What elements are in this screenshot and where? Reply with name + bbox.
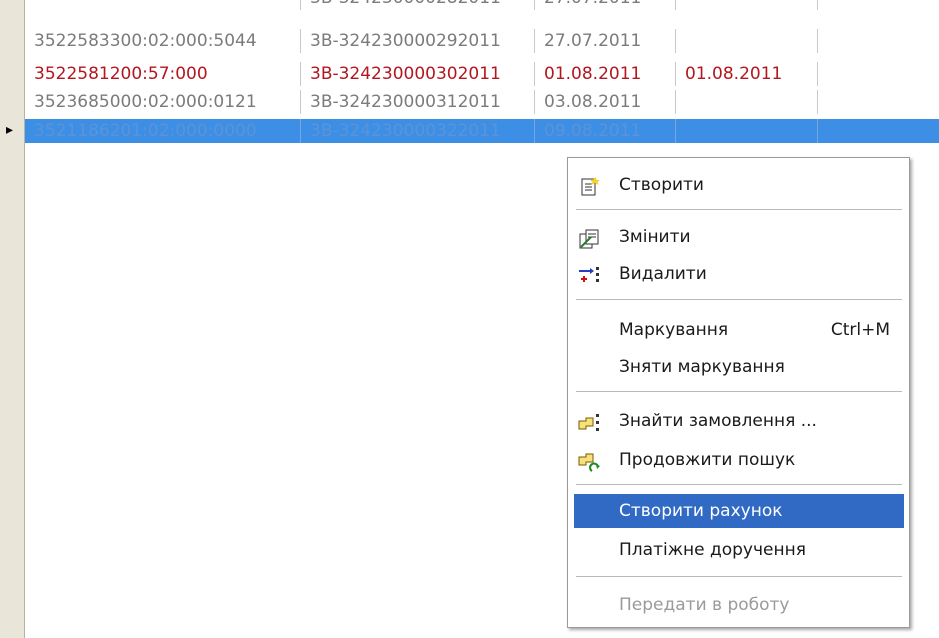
menu-item-shortcut: Ctrl+M <box>830 320 890 340</box>
context-menu: Створити Змінити Видалити Маркування Ctr… <box>567 157 910 628</box>
find-next-icon <box>578 450 600 472</box>
edit-document-icon <box>578 227 600 249</box>
menu-separator <box>576 299 902 301</box>
cell-order-number[interactable]: 3В-324230000302011 <box>301 62 535 86</box>
menu-item-label: Створити рахунок <box>619 501 783 521</box>
row-indicator-column: ▸ <box>0 0 25 638</box>
cell-date[interactable]: 27.07.2011 <box>535 0 676 10</box>
cell-date[interactable]: 09.08.2011 <box>535 119 676 143</box>
new-document-icon <box>578 175 600 196</box>
menu-item-send-to-work: Передати в роботу <box>574 588 904 622</box>
cell-order-number[interactable]: 3В-324230000282011 <box>301 0 535 10</box>
table-row[interactable]: 3522583300:02:000:5044 3В-32423000029201… <box>25 29 939 53</box>
menu-item-label: Продовжити пошук <box>619 450 796 470</box>
cell-cadastral-number[interactable] <box>25 0 301 10</box>
cell-empty[interactable] <box>818 90 939 114</box>
menu-item-label: Створити <box>619 175 704 195</box>
table-row[interactable]: 3522581200:57:000 3В-324230000302011 01.… <box>25 62 939 86</box>
menu-item-label: Видалити <box>619 264 707 284</box>
menu-item-label: Знайти замовлення ... <box>619 411 817 431</box>
cell-date-2[interactable] <box>676 29 818 53</box>
cell-order-number[interactable]: 3В-324230000312011 <box>301 90 535 114</box>
menu-separator <box>576 391 902 393</box>
cell-cadastral-number[interactable]: 3522581200:57:000 <box>25 62 301 86</box>
menu-item-label: Маркування <box>619 320 729 340</box>
menu-item-delete[interactable]: Видалити <box>574 257 904 291</box>
cell-order-number[interactable]: 3В-324230000292011 <box>301 29 535 53</box>
menu-item-edit[interactable]: Змінити <box>574 220 904 254</box>
table-row[interactable]: 3523685000:02:000:0121 3В-32423000031201… <box>25 90 939 114</box>
menu-separator <box>576 209 902 211</box>
delete-record-icon <box>578 264 600 284</box>
menu-item-unmark[interactable]: Зняти маркування <box>574 350 904 384</box>
menu-item-label: Зняти маркування <box>619 357 785 377</box>
current-row-arrow-icon: ▸ <box>6 122 14 138</box>
cell-cadastral-number[interactable]: 3522583300:02:000:5044 <box>25 29 301 53</box>
menu-item-label: Змінити <box>619 227 691 247</box>
cell-date[interactable]: 01.08.2011 <box>535 62 676 86</box>
menu-item-payment-order[interactable]: Платіжне доручення <box>574 533 904 567</box>
cell-order-number[interactable]: 3В-324230000322011 <box>301 119 535 143</box>
cell-cadastral-number[interactable]: 3521186201:02:000:0000 <box>25 119 301 143</box>
cell-date[interactable]: 27.07.2011 <box>535 29 676 53</box>
menu-item-create-invoice[interactable]: Створити рахунок <box>574 494 904 528</box>
find-icon <box>578 411 600 431</box>
cell-empty[interactable] <box>818 29 939 53</box>
menu-item-mark[interactable]: Маркування Ctrl+M <box>574 313 904 347</box>
menu-separator <box>576 576 902 578</box>
menu-separator <box>576 484 902 486</box>
cell-date-2[interactable] <box>676 0 818 10</box>
cell-cadastral-number[interactable]: 3523685000:02:000:0121 <box>25 90 301 114</box>
cell-date-2[interactable] <box>676 90 818 114</box>
menu-item-label: Передати в роботу <box>619 595 790 615</box>
menu-item-label: Платіжне доручення <box>619 540 806 560</box>
cell-date[interactable]: 03.08.2011 <box>535 90 676 114</box>
cell-empty[interactable] <box>818 62 939 86</box>
cell-date-2[interactable] <box>676 119 818 143</box>
table-row-selected[interactable]: 3521186201:02:000:0000 3В-32423000032201… <box>25 119 939 143</box>
menu-item-create[interactable]: Створити <box>574 168 904 202</box>
cell-date-2[interactable]: 01.08.2011 <box>676 62 818 86</box>
table-row[interactable]: 3В-324230000282011 27.07.2011 <box>25 0 939 10</box>
menu-item-continue-search[interactable]: Продовжити пошук <box>574 443 904 477</box>
cell-empty[interactable] <box>818 0 939 10</box>
menu-item-find-order[interactable]: Знайти замовлення ... <box>574 404 904 438</box>
cell-empty[interactable] <box>818 119 939 143</box>
